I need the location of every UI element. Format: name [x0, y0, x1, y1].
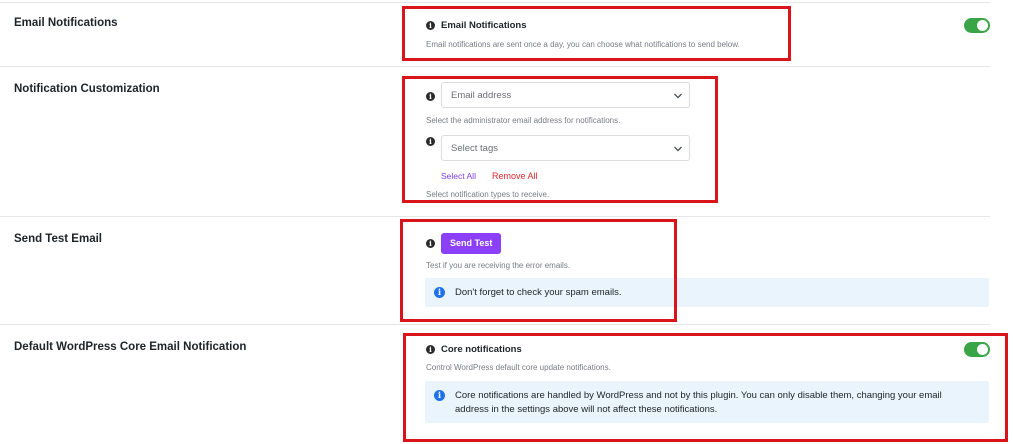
annotation-box-email-notifications	[402, 6, 791, 61]
core-notifications-toggle[interactable]	[964, 342, 990, 357]
core-notice-line-2: address in the settings above will not a…	[455, 404, 718, 415]
info-circle-icon: i	[434, 287, 445, 298]
notification-customization-label: Notification Customization	[14, 83, 160, 95]
core-notifications-help: Control WordPress default core update no…	[426, 363, 611, 372]
info-icon: i	[426, 345, 435, 354]
core-notifications-notice: i Core notifications are handled by Word…	[425, 381, 989, 423]
email-address-placeholder: Email address	[451, 90, 512, 101]
chevron-down-icon	[674, 93, 682, 99]
toggle-knob	[977, 20, 988, 31]
send-test-email-label: Send Test Email	[14, 233, 102, 245]
notification-tags-select[interactable]: Select tags	[441, 135, 690, 161]
divider-after-email-notifications	[0, 66, 990, 67]
core-notice-line-1: Core notifications are handled by WordPr…	[455, 390, 942, 401]
send-test-help: Test if you are receiving the error emai…	[426, 261, 571, 270]
info-icon: i	[426, 239, 435, 248]
top-divider	[0, 2, 990, 3]
email-notifications-title: Email Notifications	[441, 20, 527, 31]
info-icon: i	[426, 137, 435, 146]
notification-types-help: Select notification types to receive.	[426, 190, 550, 199]
spam-notice: i Don't forget to check your spam emails…	[425, 278, 989, 307]
divider-after-customization	[0, 216, 990, 217]
divider-after-test-email	[0, 324, 990, 325]
info-icon: i	[426, 21, 435, 30]
chevron-down-icon	[674, 146, 682, 152]
email-notifications-toggle[interactable]	[964, 18, 990, 33]
email-notifications-help: Email notifications are sent once a day,…	[426, 40, 740, 49]
toggle-knob	[977, 344, 988, 355]
remove-all-link[interactable]: Remove All	[492, 171, 538, 181]
spam-notice-text: Don't forget to check your spam emails.	[455, 287, 622, 298]
email-address-select[interactable]: Email address	[441, 82, 690, 108]
select-tags-placeholder: Select tags	[451, 143, 498, 154]
core-email-notification-label: Default WordPress Core Email Notificatio…	[14, 341, 247, 353]
email-address-help: Select the administrator email address f…	[426, 116, 621, 125]
info-circle-icon: i	[434, 390, 445, 401]
select-all-link[interactable]: Select All	[441, 171, 476, 181]
email-notifications-label: Email Notifications	[14, 17, 118, 29]
send-test-button[interactable]: Send Test	[441, 233, 502, 254]
core-notifications-title: Core notifications	[441, 344, 522, 355]
info-icon: i	[426, 92, 435, 101]
